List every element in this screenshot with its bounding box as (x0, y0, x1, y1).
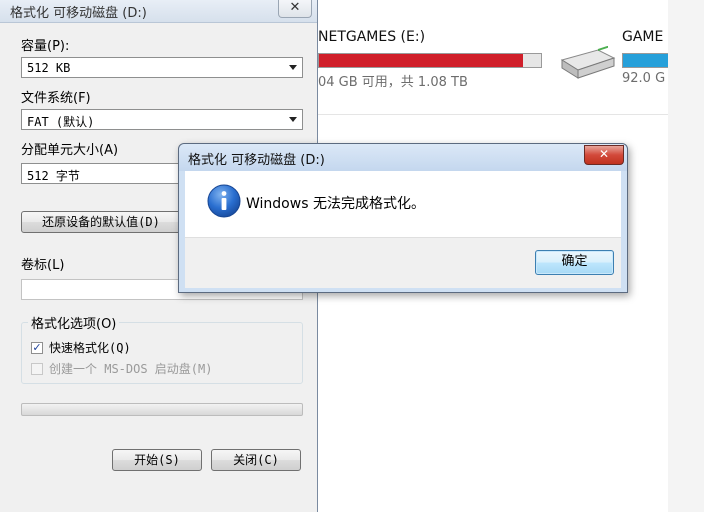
info-icon (207, 184, 241, 218)
ok-button[interactable]: 确定 (535, 250, 614, 275)
capacity-value: 512 KB (27, 61, 71, 75)
hard-drive-icon[interactable] (558, 46, 616, 80)
alloc-unit-value: 512 字节 (27, 169, 80, 183)
filesystem-value: FAT (默认) (27, 115, 95, 129)
drive-f-usage-bar (622, 53, 669, 68)
volume-label: 卷标(L) (21, 258, 65, 273)
msdos-boot-label[interactable]: 创建一个 MS-DOS 启动盘(M) (49, 360, 212, 377)
format-dialog-titlebar[interactable]: 格式化 可移动磁盘 (D:) ✕ (0, 0, 317, 23)
alloc-unit-label: 分配单元大小(A) (21, 143, 119, 158)
start-button[interactable]: 开始(S) (112, 449, 202, 471)
format-dialog-close-icon[interactable]: ✕ (278, 0, 312, 18)
restore-defaults-button[interactable]: 还原设备的默认值(D) (21, 211, 181, 233)
drive-f-label[interactable]: GAME (622, 29, 663, 45)
message-box-footer: 确定 (185, 237, 621, 288)
message-box-titlebar[interactable]: 格式化 可移动磁盘 (D:) ✕ (179, 144, 627, 171)
message-box-body: Windows 无法完成格式化。 (185, 171, 621, 237)
chevron-down-icon (289, 117, 297, 122)
capacity-label: 容量(P): (21, 39, 70, 54)
quick-format-label[interactable]: 快速格式化(Q) (49, 339, 131, 356)
drive-e-label[interactable]: NETGAMES (E:) (318, 29, 425, 45)
filesystem-select[interactable]: FAT (默认) (21, 109, 303, 130)
msdos-boot-checkbox[interactable] (31, 363, 43, 375)
drive-e-usage-bar (318, 53, 542, 68)
message-box-close-icon[interactable]: ✕ (584, 145, 624, 165)
format-options-label: 格式化选项(O) (28, 313, 120, 332)
explorer-edge (668, 0, 704, 512)
quick-format-checkbox[interactable]: ✓ (31, 342, 43, 354)
filesystem-label: 文件系统(F) (21, 91, 91, 106)
drive-f-usage-text: 92.0 G (622, 71, 666, 86)
format-dialog-title: 格式化 可移动磁盘 (D:) (10, 6, 147, 21)
close-button[interactable]: 关闭(C) (211, 449, 301, 471)
chevron-down-icon (289, 65, 297, 70)
drive-e-usage-text: 04 GB 可用，共 1.08 TB (318, 75, 468, 90)
capacity-select[interactable]: 512 KB (21, 57, 303, 78)
message-box-title: 格式化 可移动磁盘 (D:) (188, 153, 325, 168)
message-text: Windows 无法完成格式化。 (246, 196, 425, 212)
drive-f-usage-fill (623, 54, 669, 67)
message-box: 格式化 可移动磁盘 (D:) ✕ Windows 无法完成格式化。 确定 (178, 143, 628, 293)
explorer-divider (318, 114, 668, 115)
drive-e-usage-fill (319, 54, 524, 67)
format-progress-bar (21, 403, 303, 416)
